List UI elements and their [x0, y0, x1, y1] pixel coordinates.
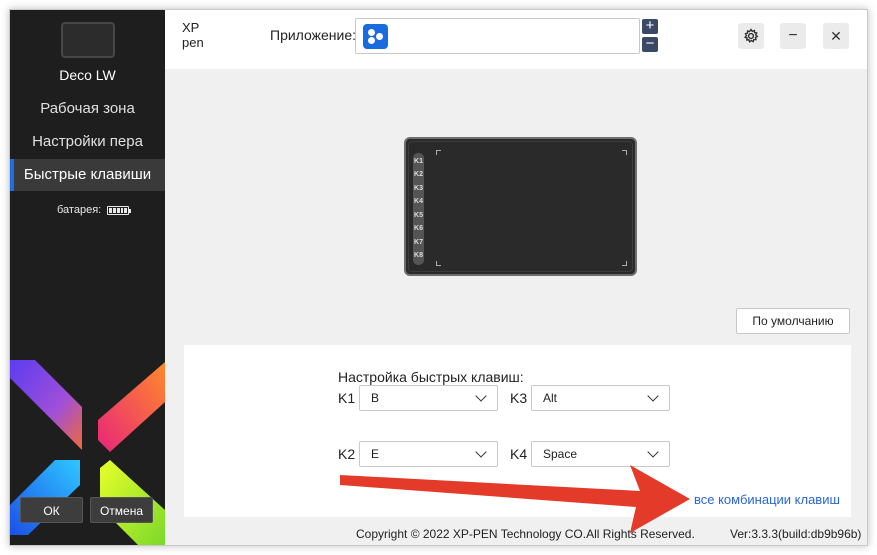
key-label-k4: K4	[510, 446, 528, 462]
copyright-text: Copyright © 2022 XP-PEN Technology CO.Al…	[356, 527, 695, 541]
k2-shortcut-select[interactable]: E	[359, 441, 498, 467]
express-key-label[interactable]: K4	[413, 198, 424, 205]
shortcut-settings-panel: Настройка быстрых клавиш: K1 B K3 Alt K2…	[184, 345, 851, 517]
top-bar: XP pen Приложение: + − − ✕	[165, 10, 867, 69]
all-key-combinations-link[interactable]: все комбинации клавиш	[694, 492, 840, 507]
key-label-k2: K2	[338, 446, 356, 462]
cancel-button[interactable]: Отмена	[90, 497, 153, 523]
svg-text:XP: XP	[182, 20, 199, 35]
remove-application-button[interactable]: −	[642, 36, 658, 52]
sidebar-item-pen-settings[interactable]: Настройки пера	[10, 126, 165, 158]
application-selector[interactable]	[355, 18, 640, 54]
xp-pen-logo: XP pen	[182, 20, 204, 50]
k3-shortcut-select[interactable]: Alt	[531, 385, 670, 411]
settings-button[interactable]	[738, 23, 764, 49]
express-key-label[interactable]: K8	[413, 252, 424, 259]
active-area-corner	[436, 150, 441, 155]
k1-shortcut-value: B	[371, 391, 380, 405]
sidebar: Deco LW Рабочая зона Настройки пера Быст…	[10, 10, 165, 545]
express-key-label[interactable]: K1	[413, 158, 424, 165]
chevron-down-icon	[647, 446, 659, 458]
chevron-down-icon	[475, 390, 487, 402]
key-label-k1: K1	[338, 390, 356, 406]
ok-button[interactable]: ОК	[20, 497, 83, 523]
version-text: Ver:3.3.3(build:db9b96b)	[730, 527, 862, 541]
gear-icon	[743, 28, 759, 43]
battery-status: батарея:	[57, 204, 132, 216]
k4-shortcut-value: Space	[543, 447, 578, 461]
battery-label: батарея:	[57, 204, 102, 216]
express-key-strip: K1 K2 K3 K4 K5 K6 K7 K8	[413, 153, 424, 265]
tablet-illustration: K1 K2 K3 K4 K5 K6 K7 K8	[404, 137, 637, 276]
footer: Copyright © 2022 XP-PEN Technology CO.Al…	[165, 517, 867, 545]
device-name: Deco LW	[59, 67, 116, 83]
active-area-corner	[622, 150, 627, 155]
add-application-button[interactable]: +	[642, 18, 658, 34]
app-window: Deco LW Рабочая зона Настройки пера Быст…	[9, 9, 868, 546]
chevron-down-icon	[647, 390, 659, 402]
close-button[interactable]: ✕	[823, 23, 849, 49]
sidebar-item-work-area[interactable]: Рабочая зона	[10, 93, 165, 125]
chevron-down-icon	[475, 446, 487, 458]
express-key-label[interactable]: K2	[413, 171, 424, 178]
k1-shortcut-select[interactable]: B	[359, 385, 498, 411]
key-label-k3: K3	[510, 390, 528, 406]
minimize-button[interactable]: −	[780, 23, 806, 49]
express-key-label[interactable]: K3	[413, 185, 424, 192]
active-area-corner	[622, 261, 627, 266]
device-thumbnail	[61, 22, 115, 58]
active-area-corner	[436, 261, 441, 266]
svg-text:pen: pen	[182, 35, 204, 50]
express-key-label[interactable]: K5	[413, 212, 424, 219]
all-apps-icon[interactable]	[363, 24, 388, 49]
restore-default-button[interactable]: По умолчанию	[736, 308, 850, 334]
express-key-label[interactable]: K7	[413, 239, 424, 246]
application-label: Приложение:	[270, 27, 357, 43]
k2-shortcut-value: E	[371, 447, 380, 461]
k4-shortcut-select[interactable]: Space	[531, 441, 670, 467]
battery-icon	[107, 205, 132, 215]
shortcut-settings-title: Настройка быстрых клавиш:	[338, 369, 524, 385]
express-key-label[interactable]: K6	[413, 225, 424, 232]
k3-shortcut-value: Alt	[543, 391, 558, 405]
sidebar-item-shortcut-keys[interactable]: Быстрые клавиши	[10, 159, 165, 191]
